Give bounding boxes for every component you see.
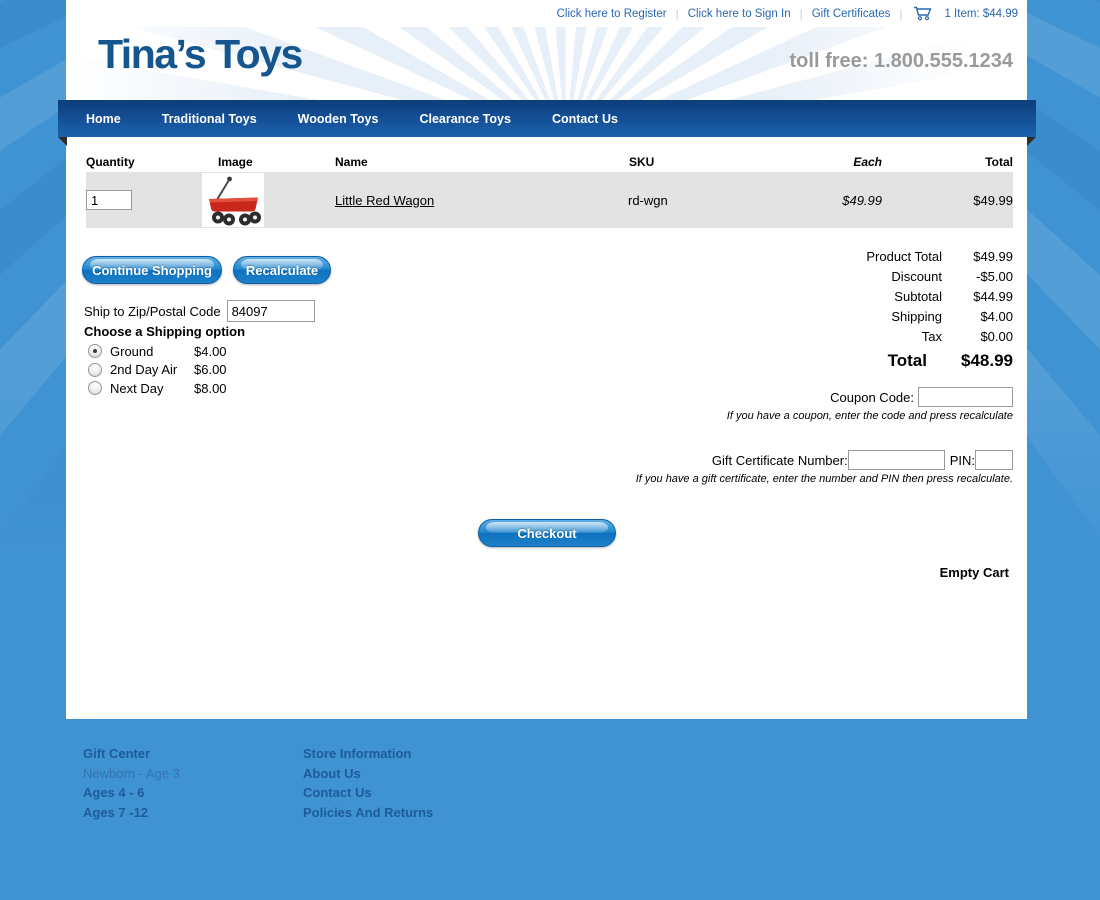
radio-button-next-day[interactable] <box>88 381 102 395</box>
footer-gift-center-column: Gift Center Newborn - Age 3 Ages 4 - 6 A… <box>83 744 303 822</box>
continue-shopping-button[interactable]: Continue Shopping <box>82 256 222 284</box>
footer-link-newborn-age3[interactable]: Newborn - Age 3 <box>83 764 303 784</box>
zip-code-row: Ship to Zip/Postal Code <box>84 300 315 322</box>
nav-item-traditional-toys[interactable]: Traditional Toys <box>162 112 257 126</box>
sign-in-link[interactable]: Click here to Sign In <box>688 8 791 20</box>
register-link[interactable]: Click here to Register <box>557 8 667 20</box>
recalculate-button[interactable]: Recalculate <box>233 256 331 284</box>
footer-link-ages-7-12[interactable]: Ages 7 -12 <box>83 803 303 823</box>
pin-input[interactable] <box>975 450 1013 470</box>
separator: | <box>899 7 902 21</box>
footer-link-gift-center[interactable]: Gift Center <box>83 744 303 764</box>
shipping-options: Ground $4.00 2nd Day Air $6.00 Next Day … <box>88 342 227 398</box>
product-each-price: $49.99 <box>801 193 882 208</box>
shipping-option-next-day[interactable]: Next Day $8.00 <box>88 379 227 398</box>
ribbon-fold-left <box>58 137 67 146</box>
total-row-discount: Discount-$5.00 <box>753 269 1013 289</box>
product-sku: rd-wgn <box>626 193 801 208</box>
shipping-option-price: $8.00 <box>194 381 227 396</box>
coupon-row: Coupon Code: <box>830 387 1013 407</box>
cart-status-link[interactable]: 1 Item: $44.99 <box>944 8 1018 20</box>
gift-certificate-help-text: If you have a gift certificate, enter th… <box>636 473 1013 485</box>
pin-label: PIN: <box>950 453 975 468</box>
radio-button-ground[interactable] <box>88 344 102 358</box>
nav-item-home[interactable]: Home <box>86 112 121 126</box>
utility-bar: Click here to Register | Click here to S… <box>66 0 1027 27</box>
shipping-option-label: Ground <box>110 344 194 359</box>
total-row-shipping: Shipping$4.00 <box>753 309 1013 329</box>
total-row-grand-total: Total$48.99 <box>753 351 1013 375</box>
column-header-name: Name <box>331 155 626 169</box>
shipping-option-price: $6.00 <box>194 362 227 377</box>
shipping-option-label: 2nd Day Air <box>110 362 194 377</box>
nav-item-contact-us[interactable]: Contact Us <box>552 112 618 126</box>
column-header-quantity: Quantity <box>86 155 202 169</box>
checkout-button[interactable]: Checkout <box>478 519 616 547</box>
footer-link-about-us[interactable]: About Us <box>303 764 433 784</box>
page-background: Click here to Register | Click here to S… <box>0 0 1100 900</box>
zip-code-label: Ship to Zip/Postal Code <box>84 304 221 319</box>
shipping-option-price: $4.00 <box>194 344 227 359</box>
footer-link-ages-4-6[interactable]: Ages 4 - 6 <box>83 783 303 803</box>
footer: Gift Center Newborn - Age 3 Ages 4 - 6 A… <box>66 744 1027 822</box>
radio-button-2nd-day-air[interactable] <box>88 363 102 377</box>
toll-free-number: toll free: 1.800.555.1234 <box>790 50 1013 73</box>
cart-table-header: Quantity Image Name SKU Each Total <box>86 152 1013 172</box>
nav-item-clearance-toys[interactable]: Clearance Toys <box>419 112 510 126</box>
separator: | <box>800 7 803 21</box>
shipping-option-ground[interactable]: Ground $4.00 <box>88 342 227 361</box>
order-totals: Product Total$49.99 Discount-$5.00 Subto… <box>753 249 1013 375</box>
shipping-option-2nd-day-air[interactable]: 2nd Day Air $6.00 <box>88 361 227 380</box>
product-image-red-wagon <box>202 173 264 227</box>
separator: | <box>676 7 679 21</box>
total-row-tax: Tax$0.00 <box>753 329 1013 349</box>
coupon-code-label: Coupon Code: <box>830 390 914 405</box>
gift-certificate-row: Gift Certificate Number: PIN: <box>712 450 1013 470</box>
column-header-total: Total <box>882 155 1013 169</box>
quantity-input[interactable] <box>86 190 132 210</box>
empty-cart-link[interactable]: Empty Cart <box>940 565 1009 580</box>
footer-link-policies-returns[interactable]: Policies And Returns <box>303 803 433 823</box>
site-header: Tina’s Toys toll free: 1.800.555.1234 <box>66 27 1027 100</box>
product-total-price: $49.99 <box>882 193 1013 208</box>
cart-table: Quantity Image Name SKU Each Total <box>86 152 1013 228</box>
column-header-image: Image <box>202 155 331 169</box>
footer-store-info-column: Store Information About Us Contact Us Po… <box>303 744 433 822</box>
column-header-sku: SKU <box>626 155 801 169</box>
shipping-option-label: Next Day <box>110 381 194 396</box>
gift-certificate-number-input[interactable] <box>848 450 945 470</box>
gift-certificate-label: Gift Certificate Number: <box>712 453 848 468</box>
product-name-link[interactable]: Little Red Wagon <box>331 193 434 208</box>
main-navigation: Home Traditional Toys Wooden Toys Cleara… <box>58 100 1036 137</box>
coupon-code-input[interactable] <box>918 387 1013 407</box>
column-header-each: Each <box>801 155 882 169</box>
zip-code-input[interactable] <box>227 300 315 322</box>
footer-link-contact-us[interactable]: Contact Us <box>303 783 433 803</box>
coupon-help-text: If you have a coupon, enter the code and… <box>727 410 1013 422</box>
nav-item-wooden-toys[interactable]: Wooden Toys <box>298 112 379 126</box>
total-row-subtotal: Subtotal$44.99 <box>753 289 1013 309</box>
shopping-cart-icon[interactable] <box>913 6 933 21</box>
ribbon-fold-right <box>1027 137 1036 146</box>
total-row-product-total: Product Total$49.99 <box>753 249 1013 269</box>
gift-certificates-link[interactable]: Gift Certificates <box>812 8 891 20</box>
cart-item-row: Little Red Wagon rd-wgn $49.99 $49.99 <box>86 172 1013 228</box>
site-logo[interactable]: Tina’s Toys <box>98 31 302 78</box>
footer-link-store-information[interactable]: Store Information <box>303 744 433 764</box>
shipping-option-heading: Choose a Shipping option <box>84 324 245 339</box>
